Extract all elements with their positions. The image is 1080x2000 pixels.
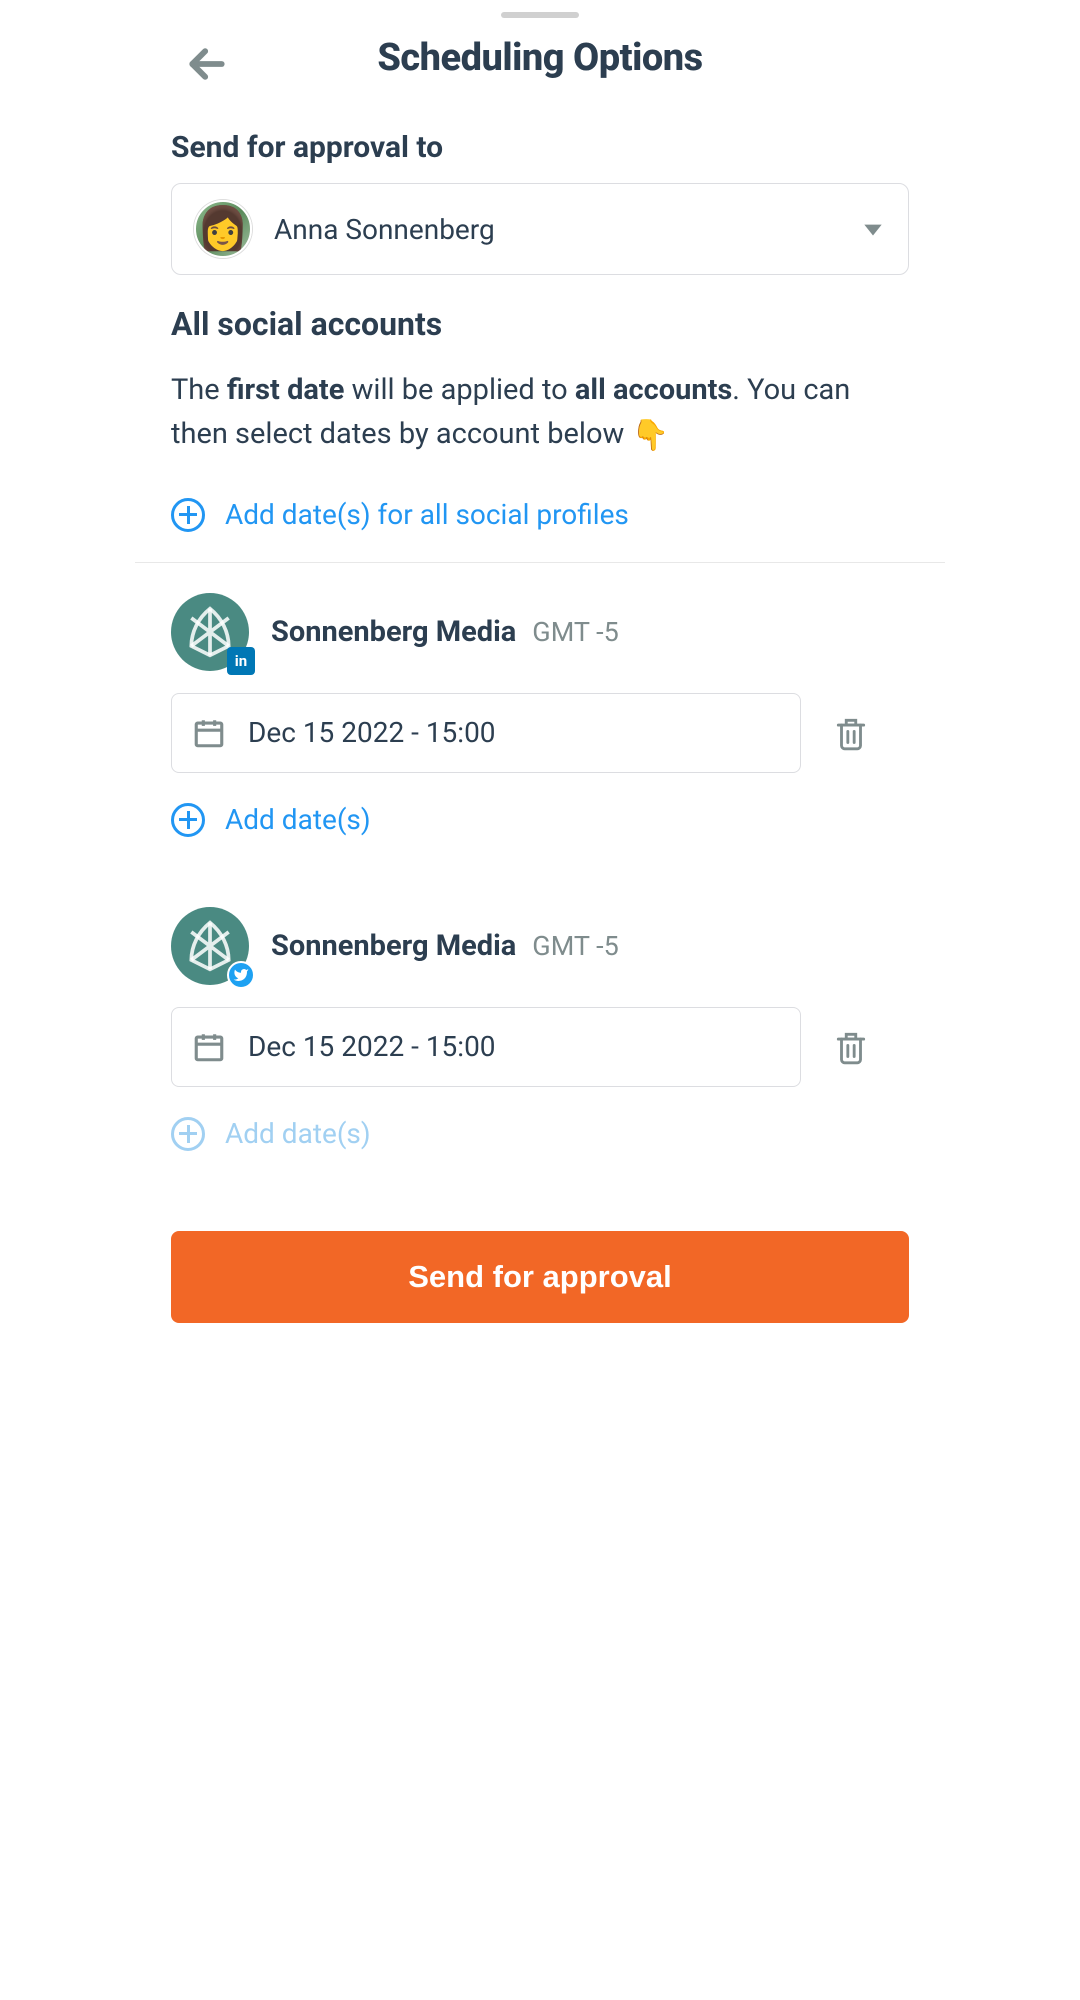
account-timezone: GMT -5 — [532, 930, 619, 962]
plus-circle-icon — [171, 498, 205, 532]
send-for-approval-button[interactable]: Send for approval — [171, 1231, 909, 1323]
trash-icon — [832, 1028, 870, 1066]
page-title: Scheduling Options — [171, 36, 909, 80]
plus-circle-icon — [171, 1117, 205, 1151]
twitter-badge-icon — [227, 961, 255, 989]
header: Scheduling Options — [135, 36, 945, 110]
account-timezone: GMT -5 — [532, 616, 619, 648]
arrow-left-icon — [185, 42, 229, 86]
linkedin-badge-icon: in — [227, 647, 255, 675]
account-add-row: Add date(s) — [135, 1107, 945, 1191]
all-accounts-heading: All social accounts — [171, 305, 909, 343]
date-row: Dec 15 2022 - 15:00 — [135, 1007, 945, 1107]
plus-circle-icon — [171, 803, 205, 837]
account-avatar — [171, 907, 249, 985]
account-header: in Sonnenberg Media GMT -5 — [135, 563, 945, 693]
drag-handle[interactable] — [501, 12, 579, 18]
add-dates-label: Add date(s) — [225, 1117, 371, 1150]
submit-section: Send for approval — [135, 1191, 945, 1343]
trash-icon — [832, 714, 870, 752]
account-name: Sonnenberg Media — [271, 615, 516, 649]
add-dates-button-disabled: Add date(s) — [171, 1113, 909, 1151]
approver-select[interactable]: Anna Sonnenberg — [171, 183, 909, 275]
delete-date-button[interactable] — [829, 1025, 873, 1069]
calendar-icon — [192, 1030, 226, 1064]
calendar-icon — [192, 716, 226, 750]
chevron-down-icon — [860, 216, 886, 242]
add-dates-all-button[interactable]: Add date(s) for all social profiles — [171, 494, 909, 562]
add-dates-label: Add date(s) — [225, 803, 371, 836]
approval-label: Send for approval to — [171, 130, 909, 165]
account-header: Sonnenberg Media GMT -5 — [135, 877, 945, 1007]
date-value: Dec 15 2022 - 15:00 — [248, 716, 496, 749]
account-name: Sonnenberg Media — [271, 929, 516, 963]
date-value: Dec 15 2022 - 15:00 — [248, 1030, 496, 1063]
date-picker[interactable]: Dec 15 2022 - 15:00 — [171, 693, 801, 773]
back-button[interactable] — [183, 40, 231, 88]
account-avatar: in — [171, 593, 249, 671]
help-text: The first date will be applied to all ac… — [171, 369, 909, 458]
approval-section: Send for approval to Anna Sonnenberg All… — [135, 110, 945, 562]
approver-name: Anna Sonnenberg — [274, 213, 838, 246]
add-dates-button[interactable]: Add date(s) — [171, 799, 909, 837]
scheduling-sheet: Scheduling Options Send for approval to … — [135, 12, 945, 1343]
date-picker[interactable]: Dec 15 2022 - 15:00 — [171, 1007, 801, 1087]
account-add-row: Add date(s) — [135, 793, 945, 877]
add-dates-all-label: Add date(s) for all social profiles — [225, 498, 629, 531]
delete-date-button[interactable] — [829, 711, 873, 755]
point-down-icon: 👇 — [631, 418, 668, 453]
approver-avatar — [194, 200, 252, 258]
date-row: Dec 15 2022 - 15:00 — [135, 693, 945, 793]
